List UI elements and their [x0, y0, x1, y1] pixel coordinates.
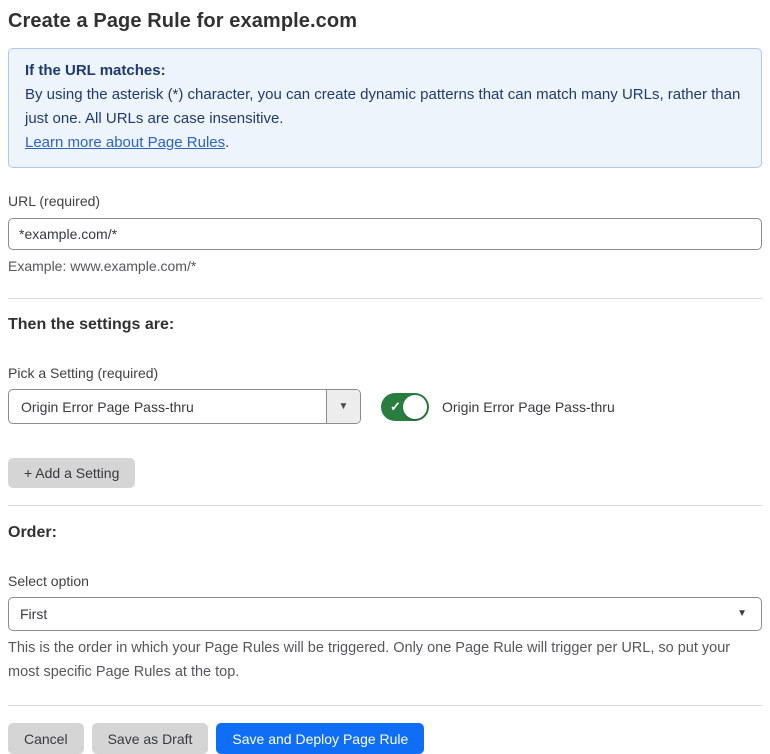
pick-setting-label: Pick a Setting (required)	[8, 365, 159, 381]
divider	[8, 705, 762, 706]
divider	[8, 505, 762, 506]
chevron-down-icon: ▼	[737, 608, 747, 619]
footer-actions: Cancel Save as Draft Save and Deploy Pag…	[8, 723, 762, 754]
url-example-helper: Example: www.example.com/*	[8, 258, 197, 274]
info-box-link-line: Learn more about Page Rules.	[25, 131, 745, 155]
setting-select-value: Origin Error Page Pass-thru	[21, 398, 194, 415]
url-matches-info-box: If the URL matches: By using the asteris…	[8, 48, 762, 168]
toggle-label: Origin Error Page Pass-thru	[442, 398, 615, 415]
info-box-body: By using the asterisk (*) character, you…	[25, 83, 745, 131]
save-deploy-button[interactable]: Save and Deploy Page Rule	[216, 723, 425, 754]
order-helper-text: This is the order in which your Page Rul…	[8, 640, 731, 680]
setting-select-arrow-button[interactable]: ▼	[326, 390, 360, 423]
origin-error-toggle[interactable]: ✓	[381, 392, 429, 421]
chevron-down-icon: ▼	[338, 400, 349, 412]
toggle-knob	[403, 394, 427, 419]
order-section-heading: Order:	[8, 524, 57, 541]
info-box-heading: If the URL matches:	[25, 62, 166, 79]
check-icon: ✓	[390, 398, 401, 414]
divider	[8, 298, 762, 299]
cancel-button[interactable]: Cancel	[8, 723, 84, 754]
save-draft-button[interactable]: Save as Draft	[91, 723, 209, 754]
order-select[interactable]: First ▼	[8, 597, 762, 631]
setting-select[interactable]: Origin Error Page Pass-thru ▼	[8, 389, 361, 424]
settings-section-heading: Then the settings are:	[8, 316, 175, 333]
learn-more-link[interactable]: Learn more about Page Rules	[25, 134, 225, 151]
url-input[interactable]	[8, 218, 762, 250]
order-select-value: First	[20, 606, 48, 622]
page-title: Create a Page Rule for example.com	[8, 10, 358, 32]
add-setting-button[interactable]: + Add a Setting	[8, 458, 136, 488]
setting-row: Origin Error Page Pass-thru ▼ ✓ Origin E…	[8, 389, 762, 424]
url-field-label: URL (required)	[8, 193, 101, 209]
order-select-label: Select option	[8, 573, 89, 589]
info-box-body-text: By using the asterisk (*) character, you…	[25, 86, 741, 127]
link-suffix: .	[225, 134, 230, 151]
